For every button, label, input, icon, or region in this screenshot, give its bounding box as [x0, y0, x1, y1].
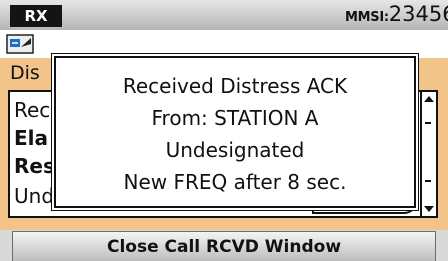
scroll-tick-1 — [425, 122, 431, 124]
mmsi-value: 234567890 — [388, 2, 448, 26]
scroll-tick-2 — [425, 180, 431, 182]
dialog-line-2: From: STATION A — [151, 106, 319, 130]
mmsi-display: MMSI:234567890 — [345, 2, 448, 26]
background-tab-label: Dis — [10, 62, 40, 84]
background-row-2: Ela — [14, 126, 49, 150]
scroll-down-icon[interactable] — [424, 206, 434, 212]
background-row-3: Res — [14, 154, 55, 178]
radio-screen: RX MMSI:234567890 Dis Rec Ela Res Undesi… — [0, 0, 448, 261]
distress-ack-dialog: Received Distress ACK From: STATION A Un… — [52, 54, 418, 210]
rx-badge: RX — [10, 5, 62, 27]
dsc-message-icon — [6, 34, 34, 54]
scroll-up-icon[interactable] — [424, 96, 434, 102]
dialog-line-1: Received Distress ACK — [122, 74, 348, 98]
mmsi-label: MMSI: — [345, 10, 389, 25]
dialog-line-4: New FREQ after 8 sec. — [123, 170, 347, 194]
close-call-rcvd-window-button[interactable]: Close Call RCVD Window — [12, 231, 436, 261]
icon-row — [0, 30, 448, 58]
status-bar: RX MMSI:234567890 — [0, 0, 448, 30]
background-row-1: Rec — [14, 98, 51, 122]
dialog-line-3: Undesignated — [165, 138, 305, 162]
background-scrollbar[interactable] — [420, 92, 436, 216]
